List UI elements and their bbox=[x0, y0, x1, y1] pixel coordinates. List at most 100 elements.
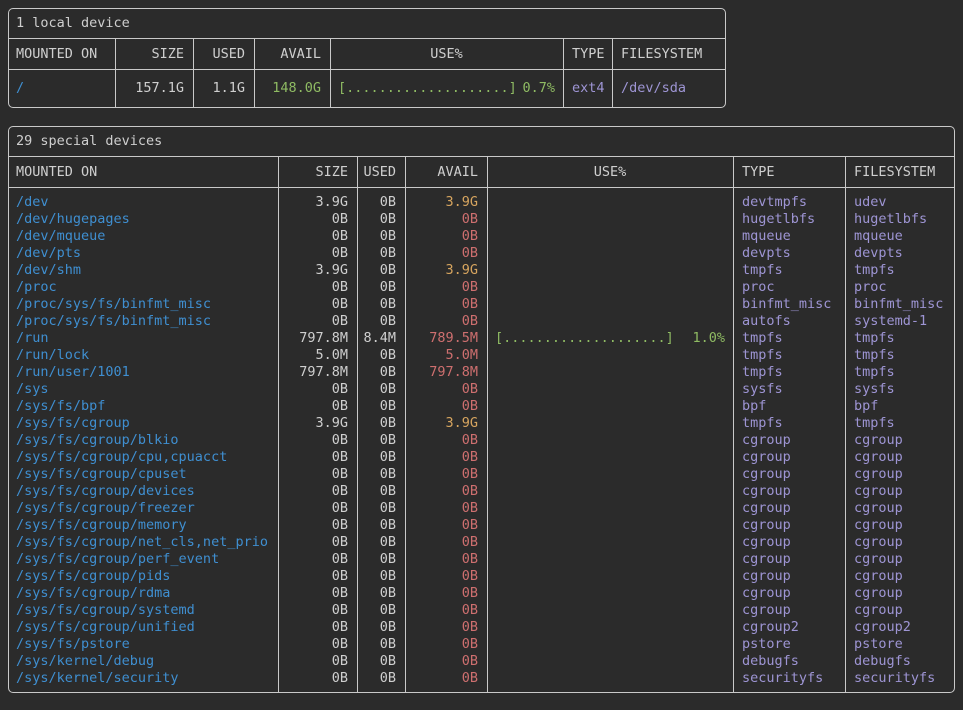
used-cell: 0B bbox=[357, 636, 405, 653]
filesystem-cell: cgroup bbox=[845, 551, 954, 568]
type-cell: cgroup bbox=[733, 551, 845, 568]
size-cell: 157.1G bbox=[115, 80, 193, 97]
type-cell: tmpfs bbox=[733, 262, 845, 279]
filesystem-cell: securityfs bbox=[845, 670, 954, 687]
filesystem-row: /sys/fs/cgroup/blkio0B0B0Bcgroupcgroup bbox=[9, 432, 954, 449]
used-cell: 0B bbox=[357, 500, 405, 517]
usage-bar-cell bbox=[487, 228, 733, 245]
size-cell: 0B bbox=[278, 500, 357, 517]
column-header-used: USED bbox=[357, 157, 405, 187]
filesystem-row: /157.1G1.1G148.0G[....................]0… bbox=[9, 80, 725, 97]
avail-cell: 797.8M bbox=[405, 364, 487, 381]
filesystem-cell: tmpfs bbox=[845, 415, 954, 432]
size-cell: 0B bbox=[278, 602, 357, 619]
filesystem-cell: cgroup bbox=[845, 585, 954, 602]
table-body: /157.1G1.1G148.0G[....................]0… bbox=[9, 70, 725, 107]
avail-cell: 0B bbox=[405, 211, 487, 228]
avail-cell: 0B bbox=[405, 313, 487, 330]
column-header-avail: AVAIL bbox=[254, 39, 330, 69]
mount-point-cell: /proc/sys/fs/binfmt_misc bbox=[9, 296, 278, 313]
filesystem-row: /sys/fs/cgroup/devices0B0B0Bcgroupcgroup bbox=[9, 483, 954, 500]
avail-cell: 0B bbox=[405, 500, 487, 517]
type-cell: pstore bbox=[733, 636, 845, 653]
usage-percent: 1.0% bbox=[692, 330, 725, 347]
size-cell: 5.0M bbox=[278, 347, 357, 364]
avail-cell: 0B bbox=[405, 381, 487, 398]
mount-point-cell: /sys/kernel/debug bbox=[9, 653, 278, 670]
mount-point-cell: /sys/fs/cgroup/unified bbox=[9, 619, 278, 636]
usage-bar-cell bbox=[487, 398, 733, 415]
filesystem-cell: cgroup bbox=[845, 602, 954, 619]
column-header-used: USED bbox=[193, 39, 254, 69]
used-cell: 0B bbox=[357, 568, 405, 585]
avail-cell: 0B bbox=[405, 483, 487, 500]
avail-cell: 3.9G bbox=[405, 415, 487, 432]
mount-point-cell: /dev/hugepages bbox=[9, 211, 278, 228]
usage-bar-cell bbox=[487, 262, 733, 279]
mount-point-cell: /sys/fs/cgroup bbox=[9, 415, 278, 432]
usage-bar-cell bbox=[487, 483, 733, 500]
size-cell: 0B bbox=[278, 245, 357, 262]
usage-bar-cell bbox=[487, 653, 733, 670]
mount-point-cell: / bbox=[9, 80, 115, 97]
special-devices-table: 29 special devices MOUNTED ONSIZEUSEDAVA… bbox=[8, 126, 955, 693]
usage-bar-cell bbox=[487, 364, 733, 381]
mount-point-cell: /sys/fs/cgroup/memory bbox=[9, 517, 278, 534]
table-header-row: MOUNTED ONSIZEUSEDAVAILUSE%TYPEFILESYSTE… bbox=[9, 157, 954, 188]
usage-bar-cell bbox=[487, 296, 733, 313]
mount-point-cell: /sys/fs/cgroup/perf_event bbox=[9, 551, 278, 568]
type-cell: securityfs bbox=[733, 670, 845, 687]
usage-bar-cell bbox=[487, 432, 733, 449]
mount-point-cell: /sys/fs/cgroup/freezer bbox=[9, 500, 278, 517]
mount-point-cell: /dev/mqueue bbox=[9, 228, 278, 245]
filesystem-row: /sys/fs/bpf0B0B0Bbpfbpf bbox=[9, 398, 954, 415]
used-cell: 0B bbox=[357, 602, 405, 619]
mount-point-cell: /run bbox=[9, 330, 278, 347]
used-cell: 0B bbox=[357, 245, 405, 262]
used-cell: 0B bbox=[357, 279, 405, 296]
size-cell: 0B bbox=[278, 432, 357, 449]
type-cell: autofs bbox=[733, 313, 845, 330]
size-cell: 0B bbox=[278, 568, 357, 585]
usage-bar-cell bbox=[487, 211, 733, 228]
usage-bar-cell: [....................]0.7% bbox=[330, 80, 563, 97]
avail-cell: 0B bbox=[405, 636, 487, 653]
filesystem-row: /sys/fs/cgroup/memory0B0B0Bcgroupcgroup bbox=[9, 517, 954, 534]
filesystem-cell: hugetlbfs bbox=[845, 211, 954, 228]
column-header-avail: AVAIL bbox=[405, 157, 487, 187]
usage-bar-cell bbox=[487, 602, 733, 619]
usage-bar-cell bbox=[487, 245, 733, 262]
avail-cell: 0B bbox=[405, 432, 487, 449]
column-header-type: TYPE bbox=[563, 39, 612, 69]
mount-point-cell: /sys/fs/cgroup/devices bbox=[9, 483, 278, 500]
filesystem-row: /sys/fs/cgroup/unified0B0B0Bcgroup2cgrou… bbox=[9, 619, 954, 636]
filesystem-row: /run/user/1001797.8M0B797.8Mtmpfstmpfs bbox=[9, 364, 954, 381]
avail-cell: 3.9G bbox=[405, 262, 487, 279]
filesystem-row: /sys/fs/cgroup/pids0B0B0Bcgroupcgroup bbox=[9, 568, 954, 585]
type-cell: cgroup2 bbox=[733, 619, 845, 636]
filesystem-row: /sys/kernel/security0B0B0Bsecurityfssecu… bbox=[9, 670, 954, 687]
type-cell: cgroup bbox=[733, 568, 845, 585]
avail-cell: 0B bbox=[405, 466, 487, 483]
type-cell: debugfs bbox=[733, 653, 845, 670]
avail-cell: 0B bbox=[405, 653, 487, 670]
type-cell: devpts bbox=[733, 245, 845, 262]
used-cell: 0B bbox=[357, 347, 405, 364]
used-cell: 0B bbox=[357, 194, 405, 211]
used-cell: 8.4M bbox=[357, 330, 405, 347]
mount-point-cell: /sys/kernel/security bbox=[9, 670, 278, 687]
filesystem-row: /run797.8M8.4M789.5M[...................… bbox=[9, 330, 954, 347]
avail-cell: 0B bbox=[405, 602, 487, 619]
usage-bar-cell bbox=[487, 313, 733, 330]
size-cell: 0B bbox=[278, 279, 357, 296]
mount-point-cell: /dev/shm bbox=[9, 262, 278, 279]
type-cell: devtmpfs bbox=[733, 194, 845, 211]
size-cell: 3.9G bbox=[278, 415, 357, 432]
filesystem-row: /dev/hugepages0B0B0Bhugetlbfshugetlbfs bbox=[9, 211, 954, 228]
mount-point-cell: /sys/fs/cgroup/blkio bbox=[9, 432, 278, 449]
filesystem-cell: cgroup bbox=[845, 517, 954, 534]
filesystem-cell: cgroup bbox=[845, 534, 954, 551]
usage-bar-cell bbox=[487, 670, 733, 687]
type-cell: proc bbox=[733, 279, 845, 296]
used-cell: 0B bbox=[357, 670, 405, 687]
